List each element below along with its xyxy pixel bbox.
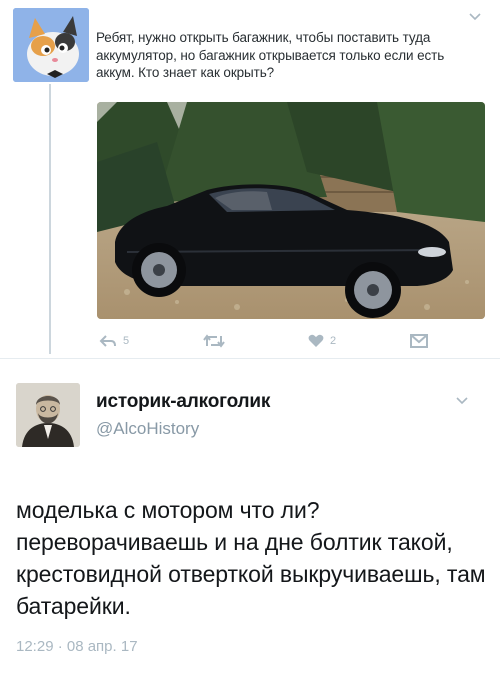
retweet-icon xyxy=(203,334,225,348)
user-handle[interactable]: @AlcoHistory xyxy=(96,419,199,439)
chevron-down-icon[interactable] xyxy=(455,396,469,406)
tweet-actions: 5 2 xyxy=(97,330,485,352)
tweet-text: Ребят, нужно открыть багажник, чтобы пос… xyxy=(96,30,445,80)
like-icon xyxy=(308,334,324,348)
cat-avatar[interactable] xyxy=(13,8,89,82)
like-count: 2 xyxy=(330,335,337,347)
tweet-text: моделька с мотором что ли? переворачивае… xyxy=(16,497,486,619)
dm-icon xyxy=(410,334,428,348)
tweet-timestamp[interactable]: 12:29 · 08 апр. 17 xyxy=(16,638,138,655)
like-button[interactable]: 2 xyxy=(308,330,336,352)
reply-count: 5 xyxy=(123,335,130,347)
retweet-button[interactable] xyxy=(203,330,225,352)
thread-line xyxy=(49,84,51,354)
tweet-photo[interactable] xyxy=(97,102,485,319)
dm-button[interactable] xyxy=(410,330,428,352)
display-name[interactable]: историк-алкоголик xyxy=(96,391,270,413)
divider xyxy=(0,358,500,359)
avatar[interactable] xyxy=(16,383,80,447)
reply-button[interactable]: 5 xyxy=(99,330,129,352)
chevron-down-icon[interactable] xyxy=(468,12,482,22)
reply-icon xyxy=(99,334,117,348)
